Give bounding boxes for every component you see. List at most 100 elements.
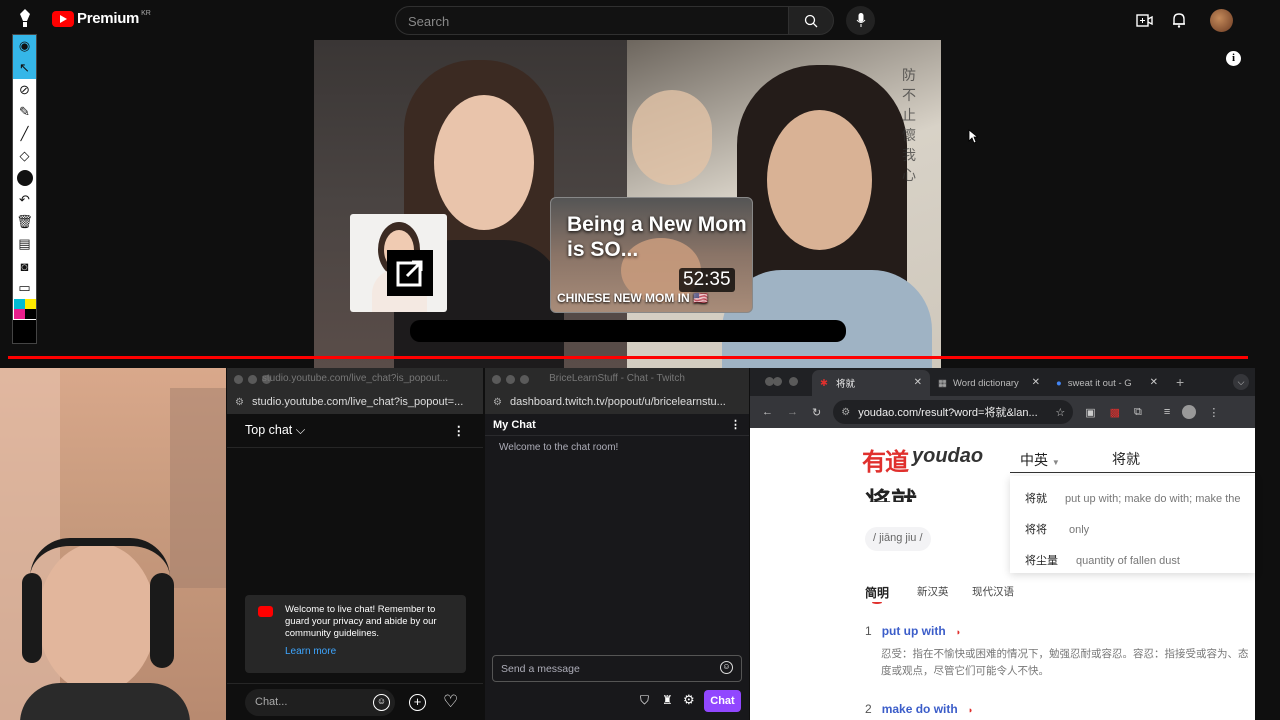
undo-icon[interactable]: ↶ bbox=[13, 189, 36, 211]
camera-icon[interactable]: ◙ bbox=[13, 255, 36, 277]
reload-icon[interactable]: ↻ bbox=[812, 406, 821, 419]
new-tab-icon[interactable]: + bbox=[1176, 374, 1184, 390]
youdao-logo-cn[interactable]: 有道 bbox=[862, 442, 909, 477]
chat-input[interactable]: Send a message bbox=[492, 655, 742, 682]
cast-icon[interactable]: ▣ bbox=[1085, 406, 1095, 419]
site-settings-icon[interactable]: ⚙ bbox=[493, 397, 502, 408]
related-video-card[interactable]: Being a New Mom is SO... 52:35 CHINESE N… bbox=[550, 197, 753, 313]
browser-tab[interactable]: ● sweat it out - G ✕ bbox=[1048, 370, 1166, 396]
gear-icon[interactable]: ⚙ bbox=[683, 692, 695, 708]
suggestion-dropdown: 将就 put up with; make do with; make the 将将… bbox=[1010, 476, 1255, 573]
close-icon[interactable]: ✕ bbox=[1032, 377, 1040, 388]
bookmark-star-icon[interactable]: ☆ bbox=[1055, 406, 1065, 419]
annotation-app-icon[interactable] bbox=[18, 8, 32, 33]
chat-send-button[interactable]: Chat bbox=[704, 690, 741, 712]
chat-input-bar: Chat... ☺ + ♡ bbox=[227, 683, 483, 720]
line-icon[interactable]: ╱ bbox=[13, 123, 36, 145]
info-icon[interactable]: i bbox=[1226, 51, 1241, 66]
emote-icon[interactable]: ☺ bbox=[720, 661, 733, 674]
eraser-icon[interactable]: ◇ bbox=[13, 145, 36, 167]
voice-search-button[interactable] bbox=[846, 6, 875, 35]
definition-item: 2 make do with ◗ bbox=[865, 702, 974, 716]
tab-simple[interactable]: 简明 bbox=[865, 584, 889, 601]
highlighter-icon[interactable]: ✎ bbox=[13, 101, 36, 123]
reading-list-icon[interactable]: ≡ bbox=[1164, 406, 1170, 418]
search-icon bbox=[804, 14, 818, 27]
youtube-play-icon bbox=[52, 10, 74, 27]
youdao-logo-en[interactable]: youdao bbox=[912, 445, 983, 468]
learn-more-link[interactable]: Learn more bbox=[285, 646, 336, 657]
headword: 将就 bbox=[865, 487, 918, 502]
notifications-button[interactable] bbox=[1168, 9, 1190, 31]
tab-new-cn-en[interactable]: 新汉英 bbox=[917, 584, 949, 599]
more-options-icon[interactable]: ⋮ bbox=[453, 423, 466, 438]
profile-avatar[interactable] bbox=[1182, 405, 1197, 419]
add-icon[interactable]: + bbox=[409, 694, 426, 711]
forward-icon[interactable]: → bbox=[787, 406, 798, 418]
search-underline bbox=[1010, 472, 1255, 473]
puzzle-icon[interactable]: ⧉ bbox=[1134, 406, 1142, 419]
welcome-text: Welcome to the chat room! bbox=[499, 442, 619, 453]
board-icon[interactable]: ▤ bbox=[13, 233, 36, 255]
speaker-icon[interactable]: ◗ bbox=[968, 705, 973, 715]
window-titlebar[interactable]: BriceLearnStuff - Chat - Twitch bbox=[485, 368, 749, 390]
youtube-logo[interactable]: Premium KR bbox=[52, 10, 151, 27]
youdao-favicon: ✱ bbox=[820, 377, 828, 389]
browser-tab[interactable]: ▦ Word dictionary ✕ bbox=[930, 370, 1048, 396]
welcome-text: Welcome to live chat! Remember to guard … bbox=[285, 604, 437, 639]
shield-icon[interactable]: ⛉ bbox=[640, 693, 649, 708]
dictionary-search-input[interactable]: 将就 bbox=[1112, 449, 1140, 469]
current-color-swatch[interactable] bbox=[13, 319, 36, 343]
video-progress-bar[interactable] bbox=[8, 356, 1248, 359]
suggestion-item[interactable]: 将就 put up with; make do with; make the bbox=[1025, 490, 1240, 506]
site-settings-icon[interactable]: ⚙ bbox=[841, 407, 850, 418]
bell-icon bbox=[1173, 13, 1185, 28]
search-input[interactable]: Search bbox=[395, 6, 789, 35]
close-icon[interactable]: ✕ bbox=[914, 377, 922, 388]
emoji-icon[interactable]: ☺ bbox=[373, 694, 390, 711]
url-bar[interactable]: ⚙ studio.youtube.com/live_chat?is_popout… bbox=[227, 390, 483, 414]
back-icon[interactable]: ← bbox=[762, 406, 773, 418]
speaker-icon[interactable]: ◗ bbox=[956, 627, 961, 637]
window-titlebar[interactable]: studio.youtube.com/live_chat?is_popout..… bbox=[227, 368, 483, 390]
tab-search-icon[interactable]: ⌵ bbox=[1233, 374, 1249, 390]
extension-icon[interactable]: ▩ bbox=[1110, 406, 1120, 419]
url-bar[interactable]: ⚙ dashboard.twitch.tv/popout/u/bricelear… bbox=[485, 390, 749, 414]
twitch-chat-window: BriceLearnStuff - Chat - Twitch ⚙ dashbo… bbox=[485, 368, 749, 720]
redaction-bar bbox=[410, 320, 846, 342]
annotation-toolbar: ◉ ↖ ⊘ ✎ ╱ ◇ ↶ 🗑 ▤ ◙ ▭ bbox=[12, 34, 37, 344]
site-settings-icon[interactable]: ⚙ bbox=[235, 397, 244, 408]
trash-icon[interactable]: 🗑 bbox=[13, 211, 36, 233]
rewards-icon[interactable]: ♜ bbox=[662, 693, 673, 707]
create-button[interactable] bbox=[1133, 9, 1155, 31]
create-video-icon bbox=[1135, 13, 1153, 27]
language-dropdown[interactable]: 中英 ▼ bbox=[1020, 450, 1060, 470]
settings-icon[interactable]: ▭ bbox=[13, 277, 36, 299]
browser-menu-icon[interactable]: ⋮ bbox=[1208, 406, 1219, 419]
related-thumbnail-1[interactable] bbox=[350, 214, 447, 312]
more-options-icon[interactable]: ⋮ bbox=[730, 418, 741, 431]
chat-mode-dropdown[interactable]: Top chat ⌵ bbox=[245, 423, 305, 438]
avatar[interactable] bbox=[1210, 9, 1233, 32]
external-link-icon[interactable] bbox=[387, 250, 433, 296]
pointer-icon[interactable]: ↖ bbox=[13, 57, 36, 79]
url-text: studio.youtube.com/live_chat?is_popout=.… bbox=[251, 396, 464, 408]
pen-off-icon[interactable]: ⊘ bbox=[13, 79, 36, 101]
chat-header: My Chat ⋮ bbox=[485, 414, 749, 436]
eye-icon[interactable]: ◉ bbox=[13, 35, 36, 57]
microphone-icon bbox=[856, 13, 865, 27]
search-button[interactable] bbox=[788, 6, 834, 35]
definition-item: 1 put up with ◗ bbox=[865, 624, 962, 638]
dictionary-favicon: ▦ bbox=[938, 377, 947, 389]
color-palette[interactable] bbox=[13, 299, 36, 319]
tab-modern-chinese[interactable]: 现代汉语 bbox=[972, 584, 1014, 599]
calligraphy-scroll: 防不止懷我心 bbox=[902, 67, 916, 183]
heart-icon[interactable]: ♡ bbox=[443, 692, 458, 712]
circle-icon[interactable] bbox=[13, 167, 36, 189]
suggestion-item[interactable]: 将将 only bbox=[1025, 521, 1089, 537]
browser-tab[interactable]: ✱ 将就 ✕ bbox=[812, 370, 930, 396]
address-bar[interactable]: ← → ↻ ⚙ youdao.com/result?word=将就&lan...… bbox=[750, 396, 1255, 428]
close-icon[interactable]: ✕ bbox=[1150, 377, 1158, 388]
suggestion-item[interactable]: 将尘量 quantity of fallen dust bbox=[1025, 552, 1180, 568]
webcam-feed bbox=[0, 368, 226, 720]
